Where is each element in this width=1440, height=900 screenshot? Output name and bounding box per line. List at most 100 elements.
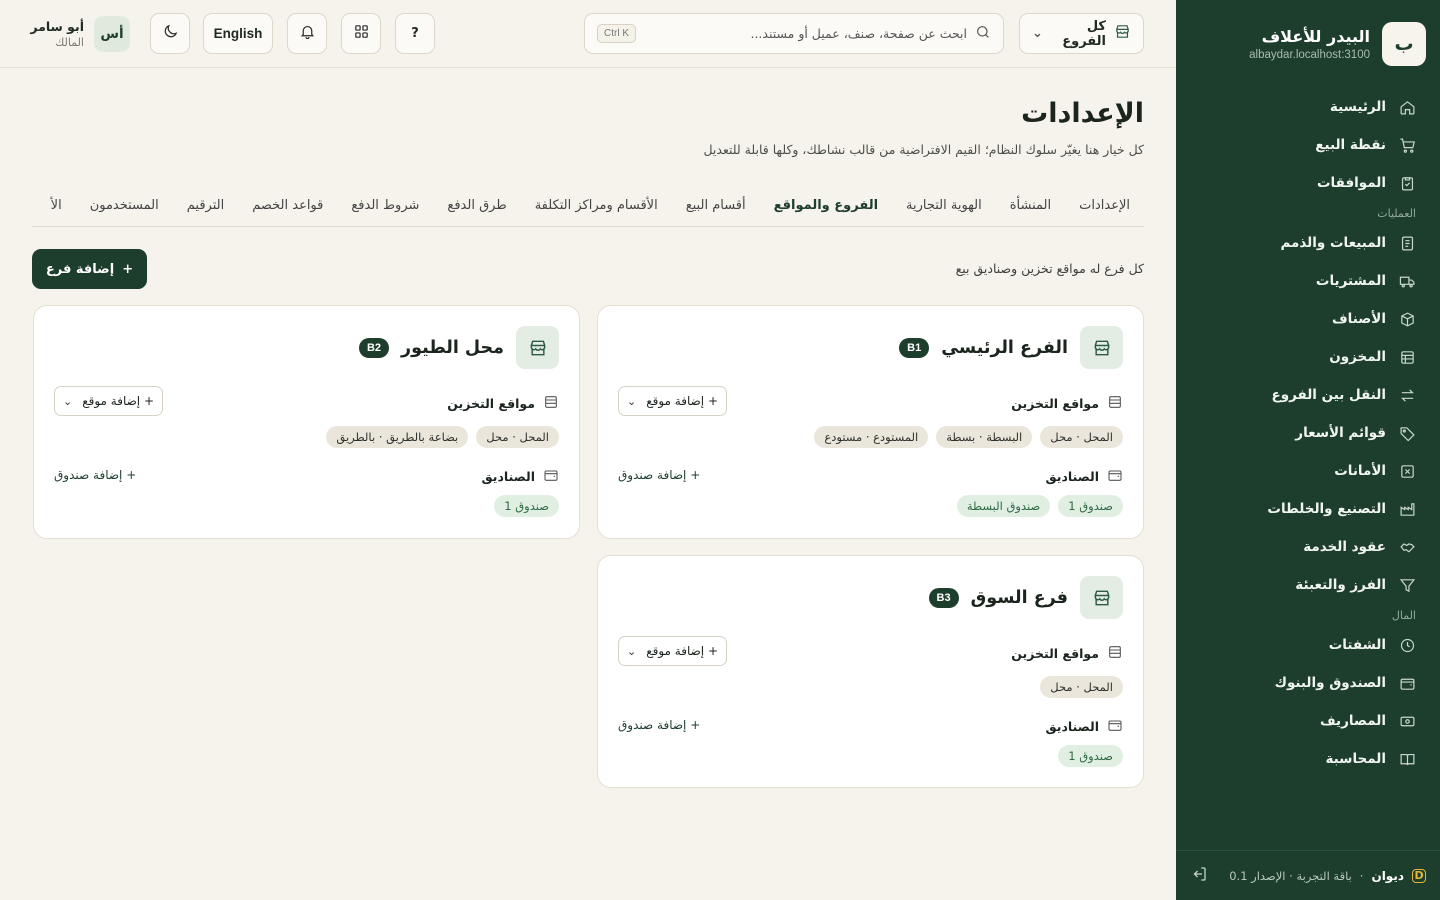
theme-toggle-button[interactable] <box>150 13 190 54</box>
tab-departments-cost-centers[interactable]: الأقسام ومراكز التكلفة <box>521 184 672 226</box>
add-box-button[interactable]: + إضافة صندوق <box>618 718 700 732</box>
branch-card: الفرع الرئيسي B1 مواقع التخزين + إضافة م… <box>597 305 1144 539</box>
tab-brand-identity[interactable]: الهوية التجارية <box>892 184 996 226</box>
sidebar-item-cash-banks[interactable]: الصندوق والبنوك <box>1176 664 1440 702</box>
tab-establishment[interactable]: المنشأة <box>996 184 1065 226</box>
sidebar-item-label: المخزون <box>1329 349 1386 365</box>
add-location-label: + إضافة موقع <box>646 394 719 408</box>
sidebar-item-sales[interactable]: المبيعات والذمم <box>1176 224 1440 262</box>
add-location-button[interactable]: + إضافة موقع ⌄ <box>54 386 164 416</box>
add-location-label: + إضافة موقع <box>82 394 155 408</box>
sidebar-item-sorting[interactable]: الفرز والتعبئة <box>1176 566 1440 604</box>
tab-more[interactable]: الأ <box>37 184 76 226</box>
sidebar-item-pos[interactable]: نقطة البيع <box>1176 126 1440 164</box>
location-chip[interactable]: المحل · محل <box>476 426 559 448</box>
location-chip[interactable]: المستودع · مستودع <box>814 426 929 448</box>
sidebar-item-label: المصاريف <box>1319 713 1386 729</box>
boxes-label: الصناديق <box>482 467 559 486</box>
sidebar-item-label: المشتريات <box>1315 273 1386 289</box>
sidebar-item-purchases[interactable]: المشتريات <box>1176 262 1440 300</box>
sidebar-item-inventory[interactable]: المخزون <box>1176 338 1440 376</box>
sidebar-item-approvals[interactable]: الموافقات <box>1176 164 1440 202</box>
footer-dot: · <box>1359 868 1364 883</box>
sidebar-item-label: الشفتات <box>1328 637 1386 653</box>
add-location-button[interactable]: + إضافة موقع ⌄ <box>618 386 728 416</box>
clock-icon <box>1398 636 1416 654</box>
boxes-label-text: الصناديق <box>1045 719 1099 734</box>
tab-settings[interactable]: الإعدادات <box>1065 184 1144 226</box>
sidebar-item-label: المحاسبة <box>1325 751 1386 767</box>
help-button[interactable]: ? <box>395 13 435 54</box>
handshake-icon <box>1398 538 1416 556</box>
factory-icon <box>1398 500 1416 518</box>
tab-payment-methods[interactable]: طرق الدفع <box>433 184 520 226</box>
topbar: كل الفروع ⌄ ابحث عن صفحة، صنف، عميل أو م… <box>0 0 1176 68</box>
location-chip[interactable]: المحل · محل <box>1040 676 1123 698</box>
language-button[interactable]: English <box>203 13 273 54</box>
sidebar-item-service-contracts[interactable]: عقود الخدمة <box>1176 528 1440 566</box>
location-chips: المحل · محل <box>1040 676 1123 698</box>
branch-select-value: كل الفروع <box>1062 18 1106 49</box>
chevron-down-icon: ⌄ <box>627 644 637 658</box>
branch-select[interactable]: كل الفروع ⌄ <box>1019 13 1144 54</box>
tab-numbering[interactable]: الترقيم <box>173 184 238 226</box>
cart-icon <box>1398 136 1416 154</box>
cash-box-icon <box>1107 717 1123 736</box>
sidebar-item-label: الأمانات <box>1334 463 1386 479</box>
sidebar-item-label: الرئيسية <box>1329 99 1386 115</box>
clipboard-check-icon <box>1398 174 1416 192</box>
box-chip[interactable]: صندوق البسطة <box>956 495 1051 517</box>
notifications-button[interactable] <box>287 13 327 54</box>
search-input[interactable]: ابحث عن صفحة، صنف، عميل أو مستند... Ctrl… <box>584 13 1004 54</box>
add-branch-button[interactable]: + إضافة فرع <box>32 249 147 289</box>
store-icon <box>516 326 559 369</box>
location-chip[interactable]: بضاعة بالطريق · بالطريق <box>326 426 469 448</box>
plan-version: باقة التجربة · الإصدار 0.1 <box>1229 868 1352 883</box>
home-icon <box>1398 98 1416 116</box>
page-title: الإعدادات <box>1021 98 1144 129</box>
search-shortcut: Ctrl K <box>597 24 636 43</box>
tab-users[interactable]: المستخدمون <box>76 184 173 226</box>
apps-button[interactable] <box>341 13 381 54</box>
settings-tabs: الإعدادات المنشأة الهوية التجارية الفروع… <box>32 184 1144 227</box>
branch-code-badge: B2 <box>358 337 390 358</box>
branch-card: محل الطيور B2 مواقع التخزين + إضافة موقع… <box>33 305 580 539</box>
add-branch-label: إضافة فرع <box>45 261 115 277</box>
sidebar-item-accounting[interactable]: المحاسبة <box>1176 740 1440 778</box>
box-chip[interactable]: صندوق 1 <box>494 495 559 517</box>
sidebar-item-manufacturing[interactable]: التصنيع والخلطات <box>1176 490 1440 528</box>
brand[interactable]: ب البيدر للأعلاف albaydar.localhost:3100 <box>1249 22 1426 66</box>
sidebar-item-transfers[interactable]: النقل بين الفروع <box>1176 376 1440 414</box>
box-chip[interactable]: صندوق 1 <box>1058 745 1123 767</box>
box-chips: صندوق 1 <box>1058 745 1123 767</box>
chevron-down-icon: ⌄ <box>63 394 73 408</box>
product-name: ديوان <box>1371 868 1404 883</box>
sidebar-item-deposits[interactable]: الأمانات <box>1176 452 1440 490</box>
boxes-label-text: الصناديق <box>481 469 535 484</box>
branch-card: فرع السوق B3 مواقع التخزين + إضافة موقع … <box>597 555 1144 788</box>
plus-icon: + <box>122 261 134 277</box>
sidebar-item-items[interactable]: الأصناف <box>1176 300 1440 338</box>
tab-payment-terms[interactable]: شروط الدفع <box>337 184 433 226</box>
location-chip[interactable]: المحل · محل <box>1040 426 1123 448</box>
boxes-label-text: الصناديق <box>1045 469 1099 484</box>
user-menu[interactable]: أس أبو سامر المالك <box>30 16 130 52</box>
sidebar-item-label: الموافقات <box>1316 175 1386 191</box>
storage-label-text: مواقع التخزين <box>447 396 535 411</box>
tab-discount-rules[interactable]: قواعد الخصم <box>238 184 337 226</box>
sidebar-item-shifts[interactable]: الشفتات <box>1176 626 1440 664</box>
add-box-button[interactable]: + إضافة صندوق <box>618 468 700 482</box>
box-chip[interactable]: صندوق 1 <box>1058 495 1123 517</box>
add-location-button[interactable]: + إضافة موقع ⌄ <box>618 636 728 666</box>
location-chip[interactable]: البسطة · بسطة <box>936 426 1033 448</box>
tab-branches-locations[interactable]: الفروع والمواقع <box>759 184 893 226</box>
sidebar-item-home[interactable]: الرئيسية <box>1176 88 1440 126</box>
boxes-label: الصناديق <box>1046 467 1123 486</box>
page-subtitle: كل خيار هنا يغيّر سلوك النظام؛ القيم الا… <box>703 142 1144 157</box>
sidebar-item-price-lists[interactable]: قوائم الأسعار <box>1176 414 1440 452</box>
branch-code-badge: B1 <box>899 337 930 358</box>
tab-sales-sections[interactable]: أقسام البيع <box>672 184 760 226</box>
logout-icon[interactable] <box>1190 865 1208 886</box>
add-box-button[interactable]: + إضافة صندوق <box>54 468 136 482</box>
sidebar-item-expenses[interactable]: المصاريف <box>1176 702 1440 740</box>
